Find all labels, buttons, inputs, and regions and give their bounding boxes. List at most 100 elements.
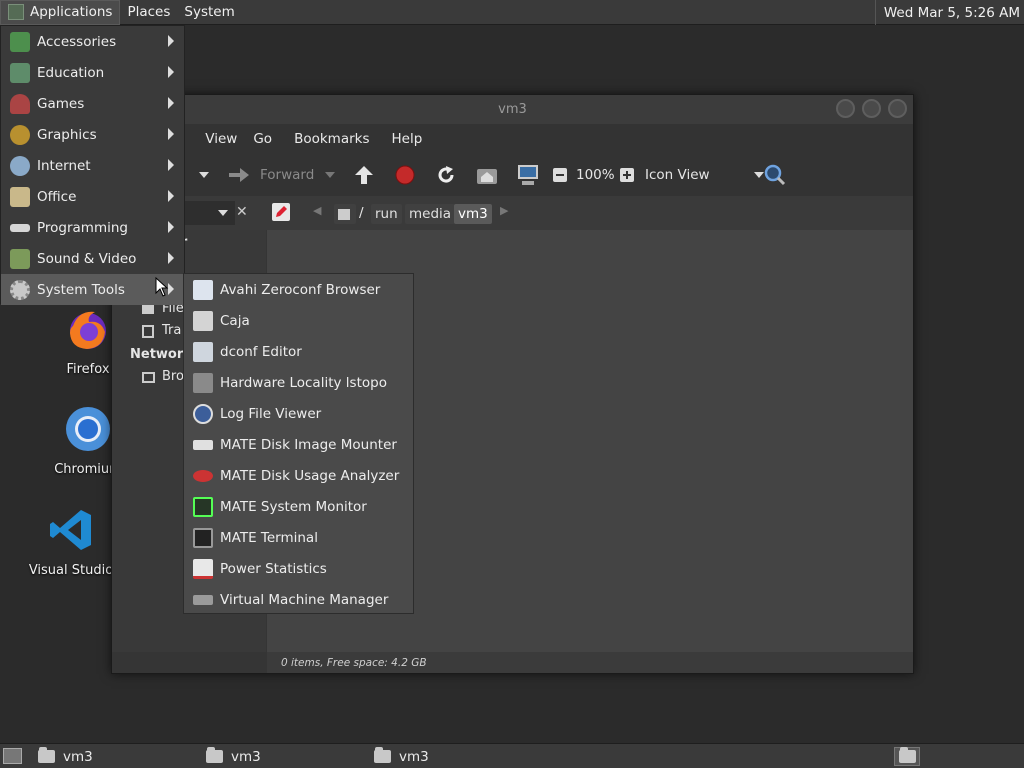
reload-icon [438, 166, 454, 183]
stop-button[interactable] [395, 154, 415, 196]
taskbar-item-vm3-1[interactable]: vm3 [38, 746, 200, 767]
desktop-icon-vscode[interactable]: Visual Studio [16, 507, 126, 578]
search-button[interactable] [764, 154, 786, 196]
show-desktop-icon[interactable] [3, 748, 22, 764]
menu-item-accessories[interactable]: Accessories [1, 26, 184, 57]
breadcrumb-media[interactable]: media [405, 204, 456, 224]
task-label: vm3 [63, 748, 93, 765]
stop-icon [395, 165, 415, 185]
taskbar-item-vm3-3[interactable]: vm3 [374, 746, 536, 767]
workspace-switcher[interactable] [894, 747, 920, 766]
computer-button[interactable] [516, 154, 540, 196]
zoom-out-button[interactable] [552, 154, 568, 196]
zoom-level[interactable]: 100% [576, 154, 615, 196]
zoom-out-icon [553, 168, 567, 182]
office-icon [10, 186, 30, 207]
up-button[interactable] [354, 154, 374, 196]
menu-item-graphics[interactable]: Graphics [1, 119, 184, 150]
submenu-item-label: MATE System Monitor [220, 498, 367, 515]
power-stats-icon [193, 558, 213, 579]
zoom-in-icon [620, 168, 634, 182]
menu-bookmarks[interactable]: Bookmarks [286, 131, 377, 147]
submenu-item-log-viewer[interactable]: Log File Viewer [184, 398, 413, 429]
menu-item-label: Sound & Video [37, 250, 137, 267]
submenu-arrow-icon [168, 128, 174, 140]
applications-label: Applications [30, 4, 113, 20]
menu-item-internet[interactable]: Internet [1, 150, 184, 181]
menu-help[interactable]: Help [384, 131, 431, 147]
folder-icon [206, 747, 223, 763]
menu-item-label: Games [37, 95, 85, 112]
close-sidebar-icon[interactable]: ✕ [236, 204, 248, 220]
computer-icon [518, 165, 538, 185]
home-button[interactable] [476, 154, 498, 196]
sidebar-item-browse-network[interactable]: Bro [162, 369, 184, 384]
places-dropdown[interactable] [185, 201, 235, 225]
folder-icon [374, 747, 391, 763]
breadcrumb-scroll-left[interactable]: ◀ [313, 204, 321, 217]
sound-video-icon [10, 248, 30, 269]
menu-view[interactable]: View [197, 131, 245, 147]
submenu-item-label: dconf Editor [220, 343, 302, 360]
menu-item-label: System Tools [37, 281, 125, 298]
caja-icon [193, 310, 213, 331]
submenu-item-power-stats[interactable]: Power Statistics [184, 553, 413, 584]
maximize-button[interactable] [862, 99, 881, 118]
submenu-arrow-icon [168, 221, 174, 233]
minimize-button[interactable] [836, 99, 855, 118]
menu-item-sound-video[interactable]: Sound & Video [1, 243, 184, 274]
window-titlebar[interactable]: vm3 [112, 95, 913, 124]
sidebar-item-trash[interactable]: Tra [162, 323, 181, 338]
menu-item-programming[interactable]: Programming [1, 212, 184, 243]
chevron-down-icon [218, 210, 228, 216]
mouse-pointer-icon [155, 277, 169, 297]
graphics-icon [10, 124, 30, 145]
view-mode-select[interactable]: Icon View [645, 154, 765, 196]
location-bar: ✕ ◀ / run media vm3 ▶ [112, 196, 913, 230]
system-tools-submenu: Avahi Zeroconf Browser Caja dconf Editor… [183, 273, 414, 614]
menu-go[interactable]: Go [245, 131, 280, 147]
menu-item-office[interactable]: Office [1, 181, 184, 212]
submenu-item-label: MATE Disk Image Mounter [220, 436, 397, 453]
places-menu-button[interactable]: Places [120, 0, 177, 25]
breadcrumb-scroll-right[interactable]: ▶ [500, 204, 508, 217]
menu-item-games[interactable]: Games [1, 88, 184, 119]
breadcrumb-vm3[interactable]: vm3 [454, 204, 492, 224]
breadcrumb-root[interactable] [334, 204, 356, 224]
task-label: vm3 [231, 748, 261, 765]
submenu-item-vm-manager[interactable]: Virtual Machine Manager [184, 584, 413, 615]
avahi-icon [193, 279, 213, 300]
zoom-in-button[interactable] [619, 154, 635, 196]
disk-usage-icon [193, 469, 213, 482]
submenu-item-terminal[interactable]: MATE Terminal [184, 522, 413, 553]
submenu-item-avahi[interactable]: Avahi Zeroconf Browser [184, 274, 413, 305]
applications-menu-button[interactable]: Applications [0, 0, 121, 25]
close-button[interactable] [888, 99, 907, 118]
lstopo-icon [193, 372, 213, 393]
disk-mounter-icon [193, 439, 213, 450]
submenu-arrow-icon [168, 159, 174, 171]
breadcrumb-run[interactable]: run [371, 204, 402, 224]
submenu-item-caja[interactable]: Caja [184, 305, 413, 336]
submenu-arrow-icon [168, 66, 174, 78]
reload-button[interactable] [436, 154, 456, 196]
submenu-item-lstopo[interactable]: Hardware Locality lstopo [184, 367, 413, 398]
submenu-item-disk-usage[interactable]: MATE Disk Usage Analyzer [184, 460, 413, 491]
submenu-item-label: MATE Terminal [220, 529, 318, 546]
clock[interactable]: Wed Mar 5, 5:26 AM [874, 0, 1020, 25]
chevron-down-icon [325, 172, 335, 178]
submenu-item-disk-mounter[interactable]: MATE Disk Image Mounter [184, 429, 413, 460]
submenu-item-label: Avahi Zeroconf Browser [220, 281, 381, 298]
firefox-icon [70, 311, 106, 349]
forward-dropdown-button[interactable] [324, 154, 336, 196]
vm-manager-icon [193, 594, 213, 605]
system-menu-button[interactable]: System [177, 0, 241, 25]
forward-button[interactable]: Forward [228, 154, 314, 196]
back-dropdown-button[interactable] [198, 154, 210, 196]
taskbar-item-vm3-2[interactable]: vm3 [206, 746, 368, 767]
menu-item-education[interactable]: Education [1, 57, 184, 88]
edit-location-icon[interactable] [272, 203, 290, 221]
menu-item-label: Internet [37, 157, 91, 174]
submenu-item-dconf[interactable]: dconf Editor [184, 336, 413, 367]
submenu-item-system-monitor[interactable]: MATE System Monitor [184, 491, 413, 522]
